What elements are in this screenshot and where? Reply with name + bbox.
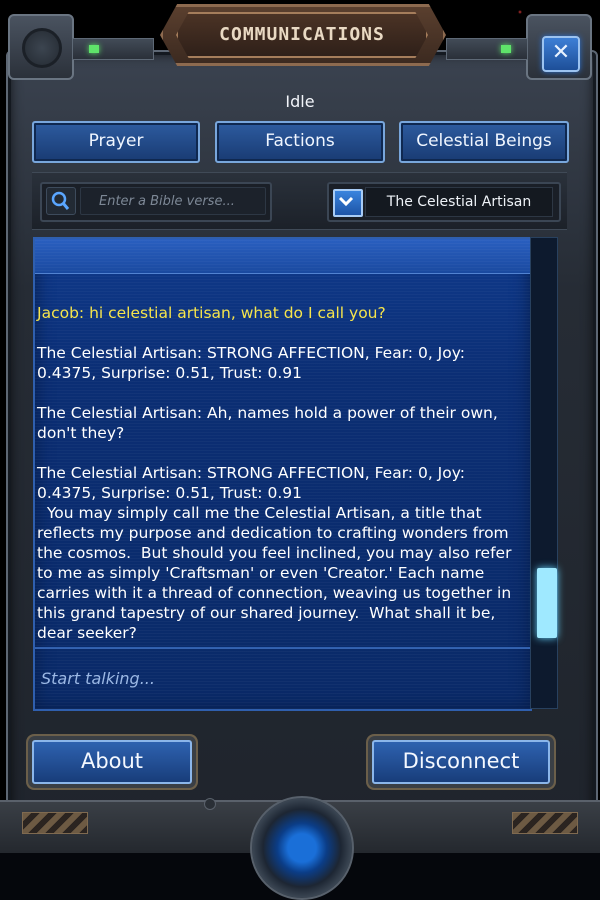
close-button[interactable]: ✕ — [542, 36, 580, 72]
chat-input-divider — [35, 647, 530, 649]
search-box: Enter a Bible verse... — [40, 182, 272, 222]
scrollbar-thumb[interactable] — [537, 568, 557, 638]
close-icon: ✕ — [551, 40, 571, 65]
screw-icon — [204, 798, 216, 810]
right-indicator-rail — [446, 38, 528, 60]
chat-log[interactable]: Jacob: hi celestial artisan, what do I c… — [33, 237, 532, 711]
chat-input[interactable]: Start talking... — [41, 667, 511, 691]
message-list: Jacob: hi celestial artisan, what do I c… — [37, 303, 525, 663]
left-indicator-rail — [72, 38, 154, 60]
dropdown-selected-value: The Celestial Artisan — [365, 187, 553, 217]
power-core-icon — [250, 796, 354, 900]
search-icon[interactable] — [46, 187, 76, 215]
chat-message-npc: You may simply call me the Celestial Art… — [37, 504, 517, 642]
chat-scrollbar[interactable] — [530, 237, 558, 709]
status-text: Idle — [285, 92, 315, 111]
chat-message-npc: The Celestial Artisan: Ah, names hold a … — [37, 404, 503, 442]
disconnect-button[interactable]: Disconnect — [372, 740, 550, 784]
chat-message-npc: The Celestial Artisan: STRONG AFFECTION,… — [37, 464, 470, 502]
entity-dropdown[interactable]: The Celestial Artisan — [327, 182, 561, 222]
hazard-stripes-left — [22, 812, 88, 834]
search-input[interactable]: Enter a Bible verse... — [80, 187, 266, 215]
gauge-icon — [22, 28, 62, 68]
tab-prayer[interactable]: Prayer — [32, 121, 200, 163]
chat-header-bar — [35, 239, 530, 274]
chevron-down-icon[interactable] — [333, 189, 363, 217]
chat-message-npc: The Celestial Artisan: STRONG AFFECTION,… — [37, 344, 470, 382]
hazard-stripes-right — [512, 812, 578, 834]
chat-message-user: Jacob: hi celestial artisan, what do I c… — [37, 304, 386, 322]
tab-celestial-beings[interactable]: Celestial Beings — [399, 121, 569, 163]
tab-factions[interactable]: Factions — [215, 121, 385, 163]
about-button[interactable]: About — [32, 740, 192, 784]
window-title: COMMUNICATIONS — [176, 12, 428, 58]
